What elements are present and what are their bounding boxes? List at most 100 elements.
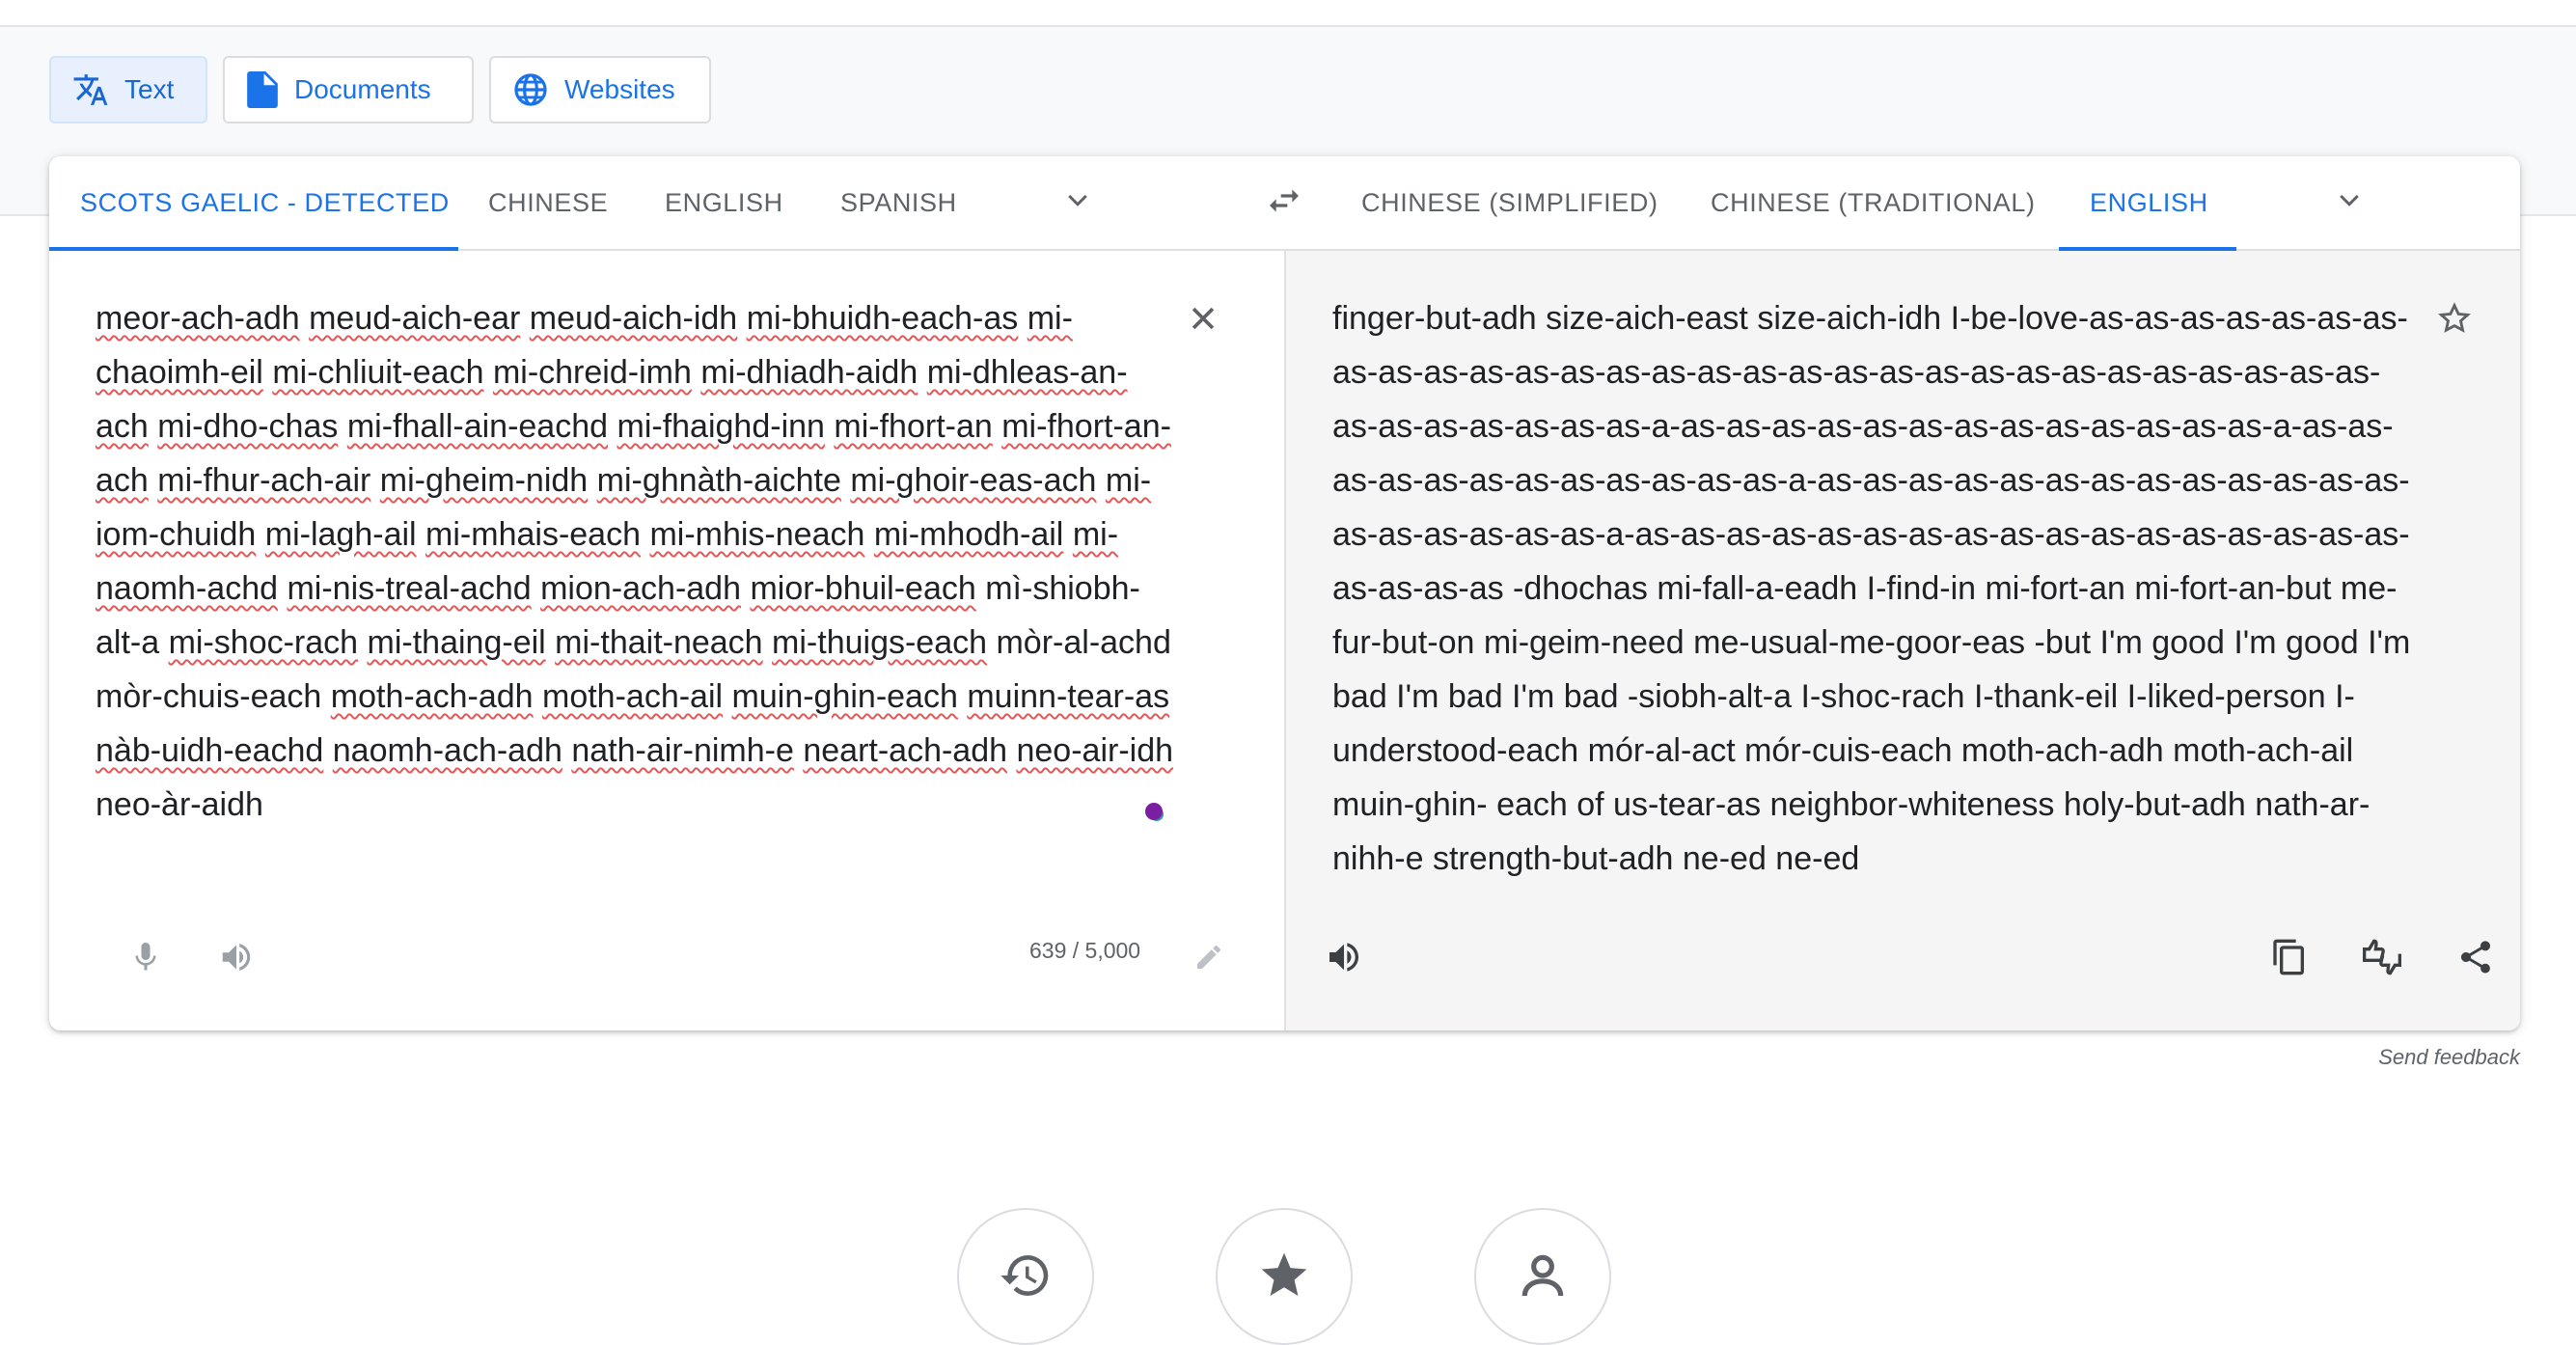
target-lang-more-button[interactable] [2326,179,2372,226]
chevron-down-icon [2335,186,2364,220]
source-word: mi-ghnàth-aichte [596,462,841,499]
source-word: mi-fhall-ain-eachd [346,408,609,445]
source-word: mi-nis-treal-achd [287,570,532,607]
source-word: moth-ach-ail [542,678,724,715]
speaker-icon [218,939,255,980]
source-word: mòr-chuis-each [96,678,322,715]
websites-mode-button[interactable]: Websites [489,56,711,124]
source-word: mòr-al-achd [996,624,1171,661]
source-word: neo-àr-aidh [96,786,263,823]
source-word: neart-ach-adh [803,732,1008,769]
pencil-icon [1193,942,1224,977]
send-feedback-link[interactable]: Send feedback [2378,1045,2520,1070]
source-word: mi-shoc-rach [168,624,359,661]
microphone-icon [128,940,163,979]
source-lang-label: ENGLISH [665,187,783,217]
source-word: mi-mhodh-ail [873,516,1064,553]
source-word: mi-lagh-ail [264,516,417,553]
source-toolbar: 639 / 5,000 [49,920,1284,998]
clear-source-button[interactable] [1176,293,1230,347]
source-word: mi-mhis-neach [649,516,865,553]
language-bar: SCOTS GAELIC - DETECTED CHINESE ENGLISH … [49,156,2520,251]
source-word: mi-ghoir-eas-ach [850,462,1097,499]
source-lang-label: CHINESE [488,187,609,217]
contribute-icon [1516,1249,1570,1343]
target-lang-chinese-traditional-tab[interactable]: CHINESE (TRADITIONAL) [1711,156,2036,249]
share-translation-button[interactable] [2449,932,2503,986]
source-text-input[interactable]: meor-ach-adh meud-aich-ear meud-aich-idh… [96,291,1176,832]
extension-indicator [1145,803,1163,820]
source-lang-chinese-tab[interactable]: CHINESE [488,156,608,249]
source-word: nath-air-nimh-e [571,732,794,769]
source-lang-label: SPANISH [840,187,957,217]
listen-translation-button[interactable] [1317,932,1371,986]
source-lang-english-tab[interactable]: ENGLISH [665,156,783,249]
source-lang-more-button[interactable] [1055,179,1101,226]
star-outline-icon [2436,300,2473,342]
websites-mode-label: Websites [564,74,675,104]
target-lang-label: CHINESE (TRADITIONAL) [1711,187,2036,217]
voice-input-button[interactable] [119,932,173,986]
target-lang-label: CHINESE (SIMPLIFIED) [1361,187,1658,217]
source-word: mi-fhaighd-inn [617,408,825,445]
source-word: mi-thaing-eil [367,624,546,661]
target-lang-english-tab[interactable]: ENGLISH [2059,156,2236,251]
chevron-down-icon [1063,186,1092,220]
document-icon [246,71,279,108]
source-word: mior-bhuil-each [750,570,976,607]
translate-icon [72,71,109,108]
target-lang-label: ENGLISH [2090,187,2208,217]
source-lang-detected-tab[interactable]: SCOTS GAELIC - DETECTED [49,156,458,251]
source-word: mi-dhiadh-aidh [700,354,918,391]
saved-button[interactable] [1216,1208,1353,1345]
edit-button[interactable] [1182,932,1236,986]
source-word: mi-fhur-ach-air [157,462,371,499]
contribute-button[interactable] [1474,1208,1611,1345]
copy-icon [2270,938,2309,981]
swap-languages-button[interactable] [1261,179,1307,226]
source-word: mi-chreid-imh [492,354,692,391]
share-icon [2456,938,2495,981]
source-word: meud-aich-idh [529,300,738,337]
source-word: nàb-uidh-eachd [96,732,324,769]
source-word: mion-ach-adh [540,570,741,607]
translator-card: SCOTS GAELIC - DETECTED CHINESE ENGLISH … [49,156,2520,1030]
translation-text: finger-but-adh size-aich-east size-aich-… [1332,300,2411,877]
source-word: muinn-tear-as [967,678,1170,715]
source-word: mi-mhais-each [425,516,641,553]
source-word: meor-ach-adh [96,300,300,337]
source-word: meud-aich-ear [309,300,521,337]
target-lang-chinese-simplified-tab[interactable]: CHINESE (SIMPLIFIED) [1361,156,1658,249]
saved-star-icon [1257,1249,1311,1343]
history-button[interactable] [957,1208,1094,1345]
source-word: mi-fhort-an [834,408,993,445]
save-translation-button[interactable] [2427,293,2481,347]
source-word: moth-ach-adh [330,678,534,715]
speaker-icon [1325,938,1363,981]
documents-mode-label: Documents [294,74,431,104]
globe-icon [512,71,549,108]
documents-mode-button[interactable]: Documents [223,56,474,124]
source-word: mi-gheim-nidh [379,462,589,499]
text-mode-button[interactable]: Text [49,56,207,124]
source-word: neo-air-idh [1016,732,1174,769]
translation-pane: finger-but-adh size-aich-east size-aich-… [1286,251,2520,1030]
source-word: mi-chliuit-each [272,354,484,391]
source-lang-spanish-tab[interactable]: SPANISH [840,156,957,249]
text-mode-label: Text [124,74,175,104]
rate-translation-button[interactable] [2355,932,2409,986]
swap-arrows-icon [1265,181,1303,225]
source-word: muin-ghin-each [731,678,958,715]
rate-thumbs-icon [2361,938,2403,981]
close-icon [1187,302,1219,340]
source-word: mi-thuigs-each [772,624,988,661]
source-pane: meor-ach-adh meud-aich-ear meud-aich-idh… [49,251,1284,1030]
source-lang-label: SCOTS GAELIC - DETECTED [80,187,450,217]
copy-translation-button[interactable] [2262,932,2316,986]
source-word: mi-thait-neach [555,624,763,661]
character-count: 639 / 5,000 [1029,938,1141,963]
source-word: mi-dho-chas [157,408,339,445]
source-word: naomh-ach-adh [332,732,562,769]
listen-source-button[interactable] [209,932,263,986]
history-icon [999,1249,1053,1343]
